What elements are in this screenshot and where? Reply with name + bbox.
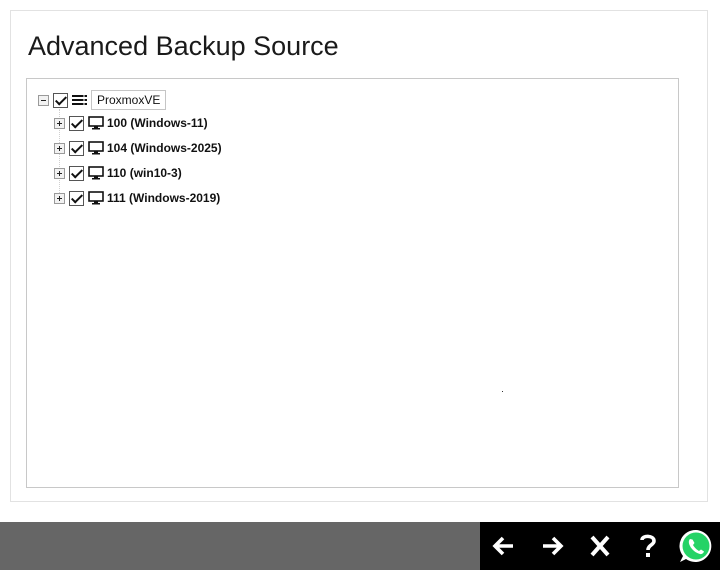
wizard-navigation [480,522,720,570]
tree-node-vm: 111 (Windows-2019) [54,188,220,208]
tree-node-vm: 104 (Windows-2025) [54,138,222,158]
vm-label[interactable]: 104 (Windows-2025) [107,141,222,155]
monitor-icon [88,141,104,155]
next-button[interactable] [528,522,576,570]
server-list-icon [72,93,88,107]
vm-checkbox[interactable] [69,190,84,206]
vm-label[interactable]: 100 (Windows-11) [107,116,208,130]
vm-label[interactable]: 111 (Windows-2019) [107,191,220,205]
tree-node-root: ProxmoxVE [38,90,167,110]
back-button[interactable] [480,522,528,570]
close-button[interactable] [576,522,624,570]
source-tree: ProxmoxVE 100 (Windows-11) 104 (Windows-… [26,78,679,488]
question-mark-icon [640,534,656,557]
whatsapp-icon [679,529,712,562]
tree-node-vm: 100 (Windows-11) [54,113,208,133]
bottom-bar [0,522,720,570]
help-button[interactable] [624,522,672,570]
monitor-icon [88,166,104,180]
collapse-toggle[interactable] [38,94,49,106]
whatsapp-button[interactable] [672,522,720,570]
expand-toggle[interactable] [54,192,65,204]
vm-checkbox[interactable] [69,140,84,156]
root-checkbox[interactable] [53,92,68,108]
stray-dot [502,391,503,392]
vm-label[interactable]: 110 (win10-3) [107,166,182,180]
backup-source-panel: Advanced Backup Source ProxmoxVE 100 (Wi… [10,10,708,502]
vm-checkbox[interactable] [69,115,84,131]
close-x-icon [590,535,610,557]
arrow-right-icon [543,536,564,556]
expand-toggle[interactable] [54,167,65,179]
page-title: Advanced Backup Source [28,31,339,61]
arrow-left-icon [492,536,513,556]
expand-toggle[interactable] [54,142,65,154]
tree-node-vm: 110 (win10-3) [54,163,182,183]
vm-checkbox[interactable] [69,165,84,181]
root-node-label[interactable]: ProxmoxVE [91,90,167,110]
monitor-icon [88,116,104,130]
expand-toggle[interactable] [54,117,65,129]
monitor-icon [88,191,104,205]
